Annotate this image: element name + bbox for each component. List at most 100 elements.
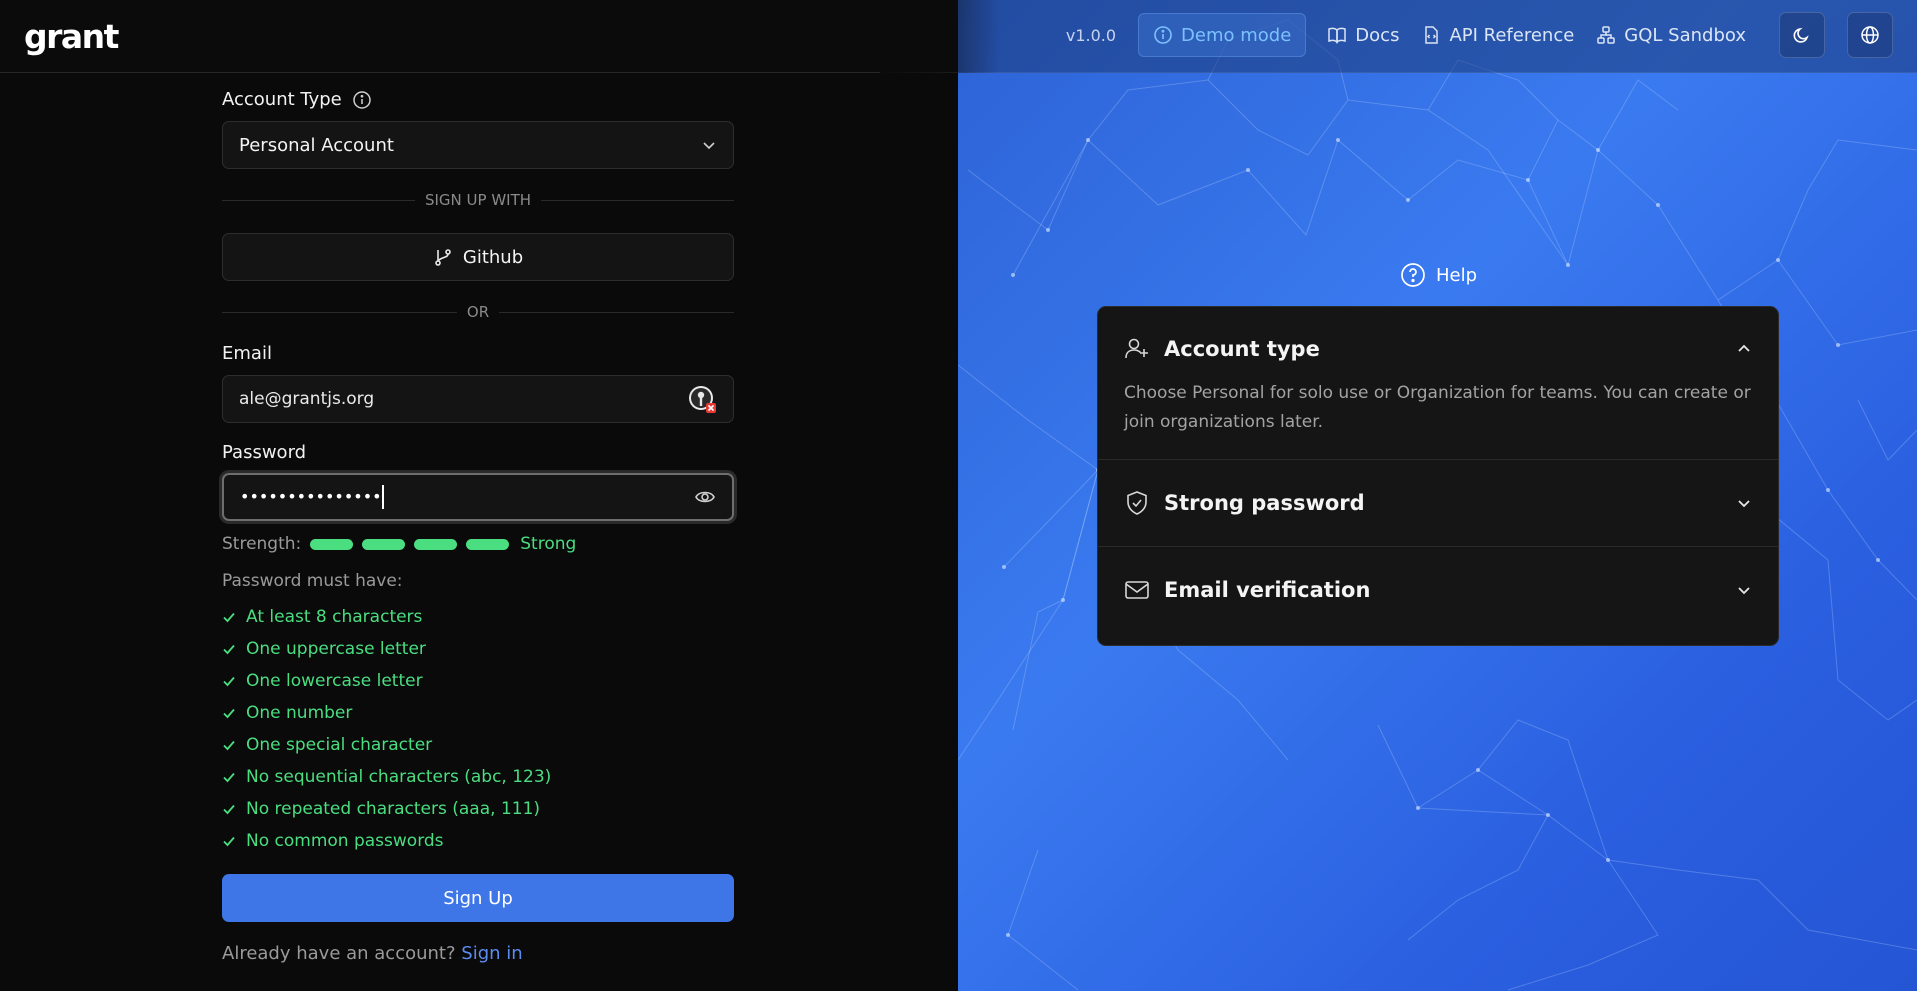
api-reference-label: API Reference [1449, 24, 1575, 46]
signup-panel: grant Account Type Personal Account SIGN… [0, 0, 958, 991]
account-type-label: Account Type [222, 89, 372, 110]
git-branch-icon [435, 249, 451, 266]
accordion-title: Strong password [1164, 491, 1365, 515]
requirement-item: No repeated characters (aaa, 111) [222, 793, 551, 825]
help-circle-icon [1401, 263, 1425, 287]
check-icon [223, 644, 235, 655]
sign-up-with-divider: SIGN UP WITH [222, 191, 734, 209]
password-manager-icon[interactable] [687, 384, 717, 414]
gql-sandbox-link[interactable]: GQL Sandbox [1596, 25, 1746, 46]
accordion-account-type: Account type Choose Personal for solo us… [1098, 307, 1778, 460]
chevron-down-icon [1738, 587, 1750, 595]
requirement-item: One special character [222, 729, 551, 761]
account-type-value: Personal Account [239, 134, 394, 156]
grant-logo[interactable]: grant [24, 17, 119, 56]
sign-in-link[interactable]: Sign in [461, 943, 522, 964]
accordion-title: Account type [1164, 337, 1320, 361]
docs-link[interactable]: Docs [1327, 25, 1399, 46]
strength-label: Strength: [222, 534, 302, 554]
check-icon [223, 612, 235, 623]
email-field[interactable]: ale@grantjs.org [222, 375, 734, 423]
have-account-text: Already have an account? [222, 943, 456, 964]
chevron-up-icon [1738, 344, 1750, 352]
header-bar: grant [0, 0, 958, 73]
network-icon [1597, 26, 1616, 44]
book-open-icon [1328, 27, 1347, 44]
info-icon[interactable] [352, 90, 372, 110]
file-code-icon [1425, 26, 1439, 44]
or-text: OR [466, 303, 490, 321]
check-icon [223, 804, 235, 815]
strength-bar-3 [414, 538, 458, 550]
accordion-email-verification: Email verification [1098, 547, 1778, 633]
help-accordion: Account type Choose Personal for solo us… [1097, 306, 1779, 646]
password-strength: Strength: Strong [222, 534, 576, 554]
accordion-header-email-verification[interactable]: Email verification [1098, 547, 1778, 633]
email-value: ale@grantjs.org [239, 389, 375, 409]
help-heading: Help [1400, 262, 1477, 288]
sign-up-button[interactable]: Sign Up [222, 874, 734, 922]
password-field[interactable]: ••••••••••••••• [222, 473, 734, 521]
requirement-item: One number [222, 697, 551, 729]
top-navigation: v1.0.0 Demo mode Docs API Reference GQL … [958, 0, 1917, 73]
globe-icon [1861, 26, 1879, 44]
sign-up-with-text: SIGN UP WITH [424, 191, 532, 209]
requirement-item: No sequential characters (abc, 123) [222, 761, 551, 793]
theme-toggle-button[interactable] [1779, 12, 1825, 58]
check-icon [223, 740, 235, 751]
sign-in-row: Already have an account? Sign in [222, 943, 523, 964]
requirement-text: No repeated characters (aaa, 111) [246, 799, 541, 819]
user-plus-icon [1125, 338, 1148, 359]
requirement-text: One lowercase letter [246, 671, 423, 691]
language-button[interactable] [1847, 12, 1893, 58]
check-icon [223, 836, 235, 847]
requirement-text: No sequential characters (abc, 123) [246, 767, 552, 787]
requirement-text: One uppercase letter [246, 639, 426, 659]
account-type-select[interactable]: Personal Account [222, 121, 734, 169]
github-button[interactable]: Github [222, 233, 734, 281]
demo-mode-label: Demo mode [1181, 24, 1292, 46]
password-label: Password [222, 442, 307, 463]
password-requirements-title: Password must have: [222, 571, 403, 591]
password-requirements-list: At least 8 characters One uppercase lett… [222, 601, 551, 857]
requirement-item: At least 8 characters [222, 601, 551, 633]
strength-bar-1 [310, 538, 354, 550]
password-value: ••••••••••••••• [240, 487, 382, 506]
github-label: Github [462, 246, 524, 268]
shield-check-icon [1127, 491, 1147, 515]
or-divider: OR [222, 303, 735, 321]
nav-bar: v1.0.0 Demo mode Docs API Reference GQL … [1066, 12, 1893, 58]
requirement-item: No common passwords [222, 825, 551, 857]
docs-label: Docs [1355, 24, 1400, 46]
check-icon [223, 772, 235, 783]
accordion-header-strong-password[interactable]: Strong password [1098, 460, 1778, 546]
account-type-label-text: Account Type [222, 89, 342, 110]
email-label: Email [222, 343, 272, 364]
text-caret [381, 485, 384, 509]
requirement-item: One lowercase letter [222, 665, 551, 697]
header-fade [880, 0, 1000, 73]
requirement-text: At least 8 characters [246, 607, 423, 627]
demo-mode-button[interactable]: Demo mode [1138, 13, 1307, 57]
strength-bar-4 [466, 538, 510, 550]
moon-icon [1793, 27, 1809, 43]
eye-icon[interactable] [694, 486, 716, 508]
mail-icon [1125, 581, 1149, 599]
version-label: v1.0.0 [1065, 25, 1117, 45]
accordion-body-account-type: Choose Personal for solo use or Organiza… [1124, 383, 1751, 432]
help-title: Help [1436, 264, 1478, 286]
info-icon [1154, 26, 1172, 44]
chevron-down-icon [1738, 500, 1750, 508]
chevron-down-icon [703, 142, 715, 150]
accordion-strong-password: Strong password [1098, 460, 1778, 547]
strength-value: Strong [520, 534, 577, 554]
requirement-item: One uppercase letter [222, 633, 551, 665]
accordion-title: Email verification [1164, 578, 1371, 602]
check-icon [223, 708, 235, 719]
requirement-text: One number [246, 703, 353, 723]
requirement-text: One special character [246, 735, 433, 755]
requirement-text: No common passwords [246, 831, 444, 851]
strength-bar-2 [362, 538, 406, 550]
gql-sandbox-label: GQL Sandbox [1624, 24, 1746, 46]
api-reference-link[interactable]: API Reference [1421, 25, 1574, 46]
